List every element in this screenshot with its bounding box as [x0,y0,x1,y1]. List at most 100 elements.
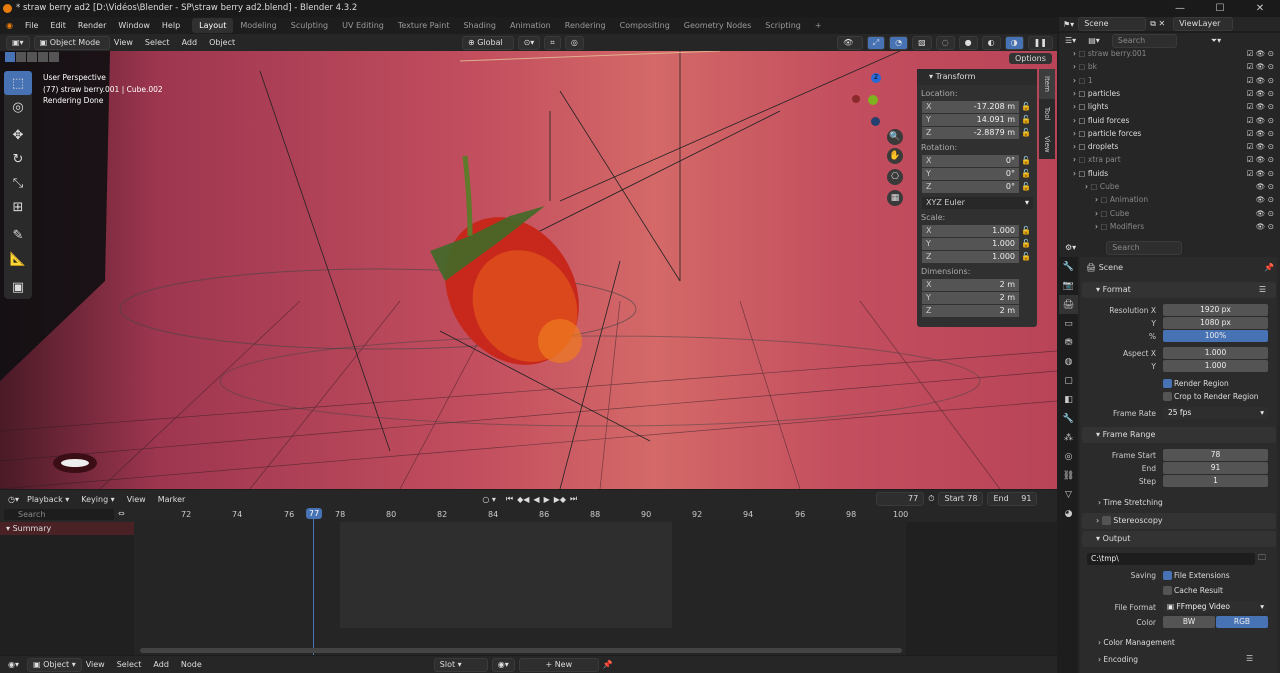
outliner-row[interactable]: › ▢ fluid forces ☑ 👁 ⊙ [1059,114,1280,127]
outliner-row[interactable]: › ▢ droplets ☑ 👁 ⊙ [1059,140,1280,153]
xray-icon[interactable]: ▧ [912,35,932,50]
file-format-select[interactable]: ▣ FFmpeg Video ▾ [1163,601,1268,613]
visibility-toggle-icon[interactable]: ☑ 👁 ⊙ [1247,140,1274,153]
gizmo-y-axis[interactable] [868,95,878,105]
camera-view-icon[interactable]: ⎔ [887,169,903,185]
aspect-y-field[interactable]: 1.000 [1163,360,1268,372]
frame-start-field[interactable]: 78 [1163,449,1268,461]
record-icon[interactable]: ○ ▾ [482,495,496,504]
navigation-gizmo[interactable]: Z [848,71,903,126]
visibility-toggle-icon[interactable]: ☑ 👁 ⊙ [1247,114,1274,127]
options-button[interactable]: Options [1009,53,1052,64]
select-new-icon[interactable] [5,52,15,62]
lock-icon[interactable]: 🔓 [1019,252,1033,261]
lock-icon[interactable]: 🔓 [1019,239,1033,248]
visibility-toggle-icon[interactable]: 👁 ⊙ [1256,207,1274,220]
material-browse-icon[interactable]: ◉▾ [491,657,515,672]
visibility-toggle-icon[interactable]: 👁 ⊙ [1256,180,1274,193]
outliner-row[interactable]: › ▢ Animation 👁 ⊙ [1059,193,1280,206]
timeline-search-input[interactable]: Search [4,509,114,520]
3d-viewport[interactable]: User Perspective (77) straw berry.001 | … [0,51,1057,489]
overlay-toggle-icon[interactable]: ◔ [889,35,909,50]
next-keyframe-icon[interactable]: ▶◆ [554,495,566,504]
collection-tab-icon[interactable]: ▢ [1059,371,1078,390]
outliner-row[interactable]: › ▢ fluids ☑ 👁 ⊙ [1059,167,1280,180]
rotation-x-field[interactable]: X 0° [922,154,1019,167]
minimize-button[interactable]: — [1160,0,1200,17]
location-z-field[interactable]: Z -2.8879 m [922,126,1019,139]
color-rgb-button[interactable]: RGB [1216,616,1268,628]
tab-item[interactable]: Item [1039,69,1055,99]
add-cube-icon[interactable]: ▣ [4,275,32,299]
summary-channel[interactable]: ▾ Summary [0,522,134,535]
menu-edit[interactable]: Edit [44,17,72,34]
tab-scripting[interactable]: Scripting [758,18,808,33]
display-mode-icon[interactable]: ▤▾ [1088,36,1100,45]
scale-z-field[interactable]: Z 1.000 [922,250,1019,263]
format-section[interactable]: ▾ Format ☰ [1082,282,1276,298]
properties-search-input[interactable]: Search [1106,240,1183,255]
properties-type-icon[interactable]: ⚙▾ [1065,243,1076,252]
data-tab-icon[interactable]: ▽ [1059,485,1078,504]
menu-window[interactable]: Window [112,17,156,34]
playhead-line[interactable] [313,508,314,655]
tab-rendering[interactable]: Rendering [558,18,613,33]
visibility-toggle-icon[interactable]: ☑ 👁 ⊙ [1247,60,1274,73]
visibility-toggle-icon[interactable]: ☑ 👁 ⊙ [1247,167,1274,180]
jump-end-icon[interactable]: ⏭ [570,494,577,504]
material-tab-icon[interactable]: ◕ [1059,504,1078,523]
dimensions-z-field[interactable]: Z 2 m [922,304,1019,317]
zoom-icon[interactable]: 🔍 [887,129,903,145]
color-management-subpanel[interactable]: › Color Management [1098,638,1175,647]
marker-menu[interactable]: Marker [158,495,186,504]
folder-icon[interactable]: 🗀 [1258,552,1266,566]
scene-icon[interactable]: ⚑▾ [1063,20,1074,29]
gizmo-neg-z-axis[interactable] [871,117,880,126]
blender-menu-icon[interactable]: ◉ [0,17,19,34]
outliner-row[interactable]: › ▢ 1 ☑ 👁 ⊙ [1059,74,1280,87]
tab-geometry-nodes[interactable]: Geometry Nodes [677,18,758,33]
shading-rendered-icon[interactable]: ◑ [1004,35,1024,50]
scene-field[interactable]: Scene [1078,17,1147,31]
clock-icon[interactable]: ◷▾ [8,495,19,504]
frame-rate-select[interactable]: 25 fps ▾ [1163,407,1268,419]
visibility-toggle-icon[interactable]: ☑ 👁 ⊙ [1247,127,1274,140]
cache-result-checkbox[interactable] [1163,586,1172,595]
outliner-row[interactable]: › ▢ particle forces ☑ 👁 ⊙ [1059,127,1280,140]
rotation-mode-select[interactable]: XYZ Euler ▾ [922,196,1033,209]
dimensions-y-field[interactable]: Y 2 m [922,291,1019,304]
snap-icon[interactable]: ⌗ [544,35,561,50]
stopwatch-icon[interactable]: ⏱ [928,494,934,504]
filter-icon[interactable]: ⏷▾ [1211,36,1221,46]
pivot-icon[interactable]: ⊙▾ [517,35,541,50]
maximize-button[interactable]: ☐ [1200,0,1240,17]
proportional-edit-icon[interactable]: ◎ [564,35,584,50]
slot-select[interactable]: Slot ▾ [433,657,488,672]
playback-menu[interactable]: Playback ▾ [27,495,69,504]
select-menu[interactable]: Select [145,38,170,47]
aspect-x-field[interactable]: 1.000 [1163,347,1268,359]
prev-keyframe-icon[interactable]: ◆◀ [517,495,529,504]
select-invert-icon[interactable] [38,52,48,62]
select-subtract-icon[interactable] [27,52,37,62]
outliner-row[interactable]: › ▢ Cube 👁 ⊙ [1059,180,1280,193]
resolution-x-field[interactable]: 1920 px [1163,304,1268,316]
object-tab-icon[interactable]: ◧ [1059,390,1078,409]
rotate-icon[interactable]: ↻ [4,147,32,171]
add-workspace-icon[interactable]: + [808,18,829,33]
transform-icon[interactable]: ⊞ [4,195,32,219]
cursor-icon[interactable]: ◎ [4,95,32,119]
tab-animation[interactable]: Animation [503,18,558,33]
frame-range-section[interactable]: ▾ Frame Range [1082,427,1276,443]
lock-icon[interactable]: 🔓 [1019,115,1033,124]
keying-menu[interactable]: Keying ▾ [81,495,114,504]
visibility-toggle-icon[interactable]: ☑ 👁 ⊙ [1247,87,1274,100]
visibility-toggle-icon[interactable]: ☑ 👁 ⊙ [1247,47,1274,60]
jump-start-icon[interactable]: ⏮ [506,494,513,504]
add-menu[interactable]: Add [182,38,198,47]
select-intersect-icon[interactable] [49,52,59,62]
object-menu[interactable]: Object [209,38,235,47]
lock-icon[interactable]: 🔓 [1019,169,1033,178]
frame-end-field[interactable]: 91 [1163,462,1268,474]
tab-layout[interactable]: Layout [192,18,234,33]
